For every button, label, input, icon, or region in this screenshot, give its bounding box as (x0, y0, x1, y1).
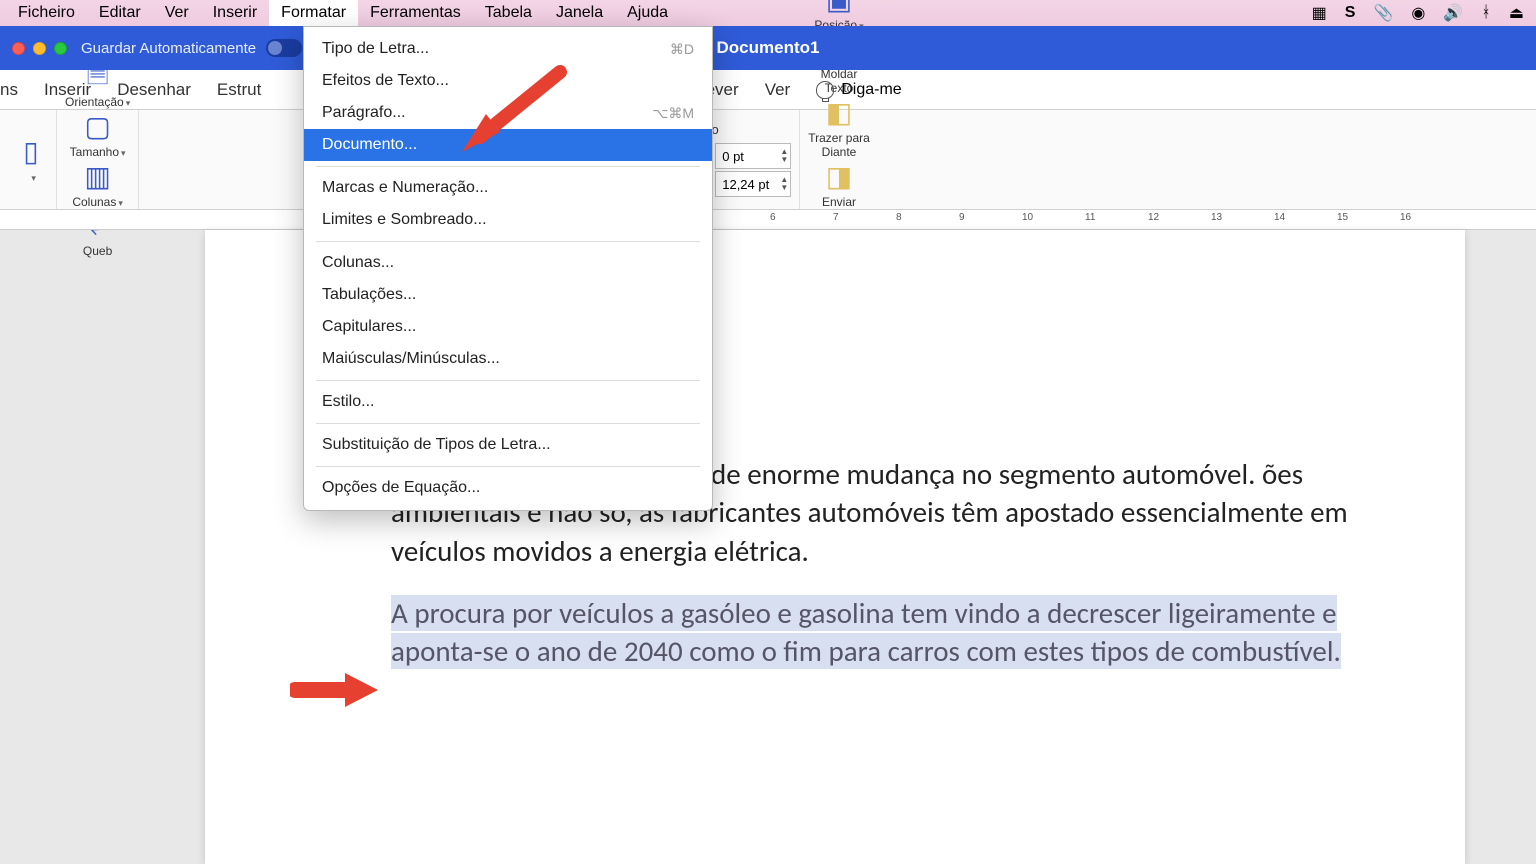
position-icon: ▣ (822, 0, 856, 17)
menu-tabela[interactable]: Tabela (473, 0, 544, 26)
menu-formatar[interactable]: Formatar (269, 0, 358, 26)
margins-button[interactable]: ▯ ▾ (14, 135, 48, 185)
margins-icon: ▯ (14, 135, 48, 169)
paragraph-2-selected[interactable]: A procura por veículos a gasóleo e gasol… (391, 595, 1341, 669)
window-titlebar: Guardar Automaticamente Documento1 (0, 26, 1536, 70)
mac-menubar: Ficheiro Editar Ver Inserir Formatar Fer… (0, 0, 1536, 26)
record-icon[interactable]: ◉ (1411, 3, 1425, 23)
tab-partial-left[interactable]: ns (0, 80, 18, 100)
menu-ferramentas[interactable]: Ferramentas (358, 0, 473, 26)
menu-separator (316, 466, 700, 467)
app-icon[interactable]: ▦ (1312, 3, 1327, 23)
send-backward-icon: ◨ (822, 160, 856, 194)
eject-icon[interactable]: ⏏ (1509, 3, 1524, 23)
menu-item-substituicao-fonts[interactable]: Substituição de Tipos de Letra... (304, 429, 712, 461)
columns-button[interactable]: ▥ Colunas▾ (69, 160, 127, 210)
columns-icon: ▥ (81, 160, 115, 194)
annotation-arrow-2 (290, 665, 380, 715)
menu-item-estilo[interactable]: Estilo... (304, 386, 712, 418)
ribbon-toolbar: ▯ ▾ 🗎 Orientação▾ ▢ Tamanho▾ ▥ Colunas▾ … (0, 110, 1536, 210)
menu-ficheiro[interactable]: Ficheiro (6, 0, 87, 26)
window-controls (12, 42, 67, 55)
menu-item-maiusculas[interactable]: Maiúsculas/Minúsculas... (304, 343, 712, 375)
group-arrange: ▣ Posição▾ ◠ Moldar Texto ◧ Trazer para … (800, 110, 878, 209)
volume-icon[interactable]: 🔊 (1443, 3, 1463, 23)
menu-separator (316, 241, 700, 242)
autosave-toggle[interactable]: Guardar Automaticamente (81, 39, 302, 57)
close-window-button[interactable] (12, 42, 25, 55)
menu-item-tipo-letra[interactable]: Tipo de Letra...⌘D (304, 33, 712, 65)
status-icons: ▦ S 📎 ◉ 🔊 ᚼ ⏏ (1312, 3, 1530, 23)
s-icon[interactable]: S (1345, 4, 1356, 22)
menu-separator (316, 423, 700, 424)
ribbon-tabs: ns Inserir Desenhar Estrut Rever Ver Dig… (0, 70, 1536, 110)
group-page-setup: 🗎 Orientação▾ ▢ Tamanho▾ ▥ Colunas▾ ⤶ Qu… (57, 110, 139, 209)
horizontal-ruler[interactable]: 6 7 8 9 10 11 12 13 14 15 16 (0, 210, 1536, 230)
menu-ajuda[interactable]: Ajuda (615, 0, 680, 26)
group-margins: ▯ ▾ (6, 110, 57, 209)
menu-item-capitulares[interactable]: Capitulares... (304, 311, 712, 343)
bring-forward-button[interactable]: ◧ Trazer para Diante (808, 96, 870, 160)
menu-inserir[interactable]: Inserir (201, 0, 269, 26)
clip-icon[interactable]: 📎 (1373, 3, 1393, 23)
autosave-switch[interactable] (266, 39, 302, 57)
lightbulb-icon (816, 81, 834, 99)
minimize-window-button[interactable] (33, 42, 46, 55)
space-before-input[interactable]: 0 pt▲▼ (715, 143, 791, 169)
autosave-label: Guardar Automaticamente (81, 40, 256, 57)
size-button[interactable]: ▢ Tamanho▾ (69, 110, 127, 160)
menu-editar[interactable]: Editar (87, 0, 153, 26)
bluetooth-icon[interactable]: ᚼ (1481, 4, 1491, 22)
menu-item-opcoes-equacao[interactable]: Opções de Equação... (304, 472, 712, 504)
size-icon: ▢ (81, 110, 115, 144)
menu-item-limites-sombreado[interactable]: Limites e Sombreado... (304, 204, 712, 236)
menu-separator (316, 166, 700, 167)
annotation-arrow-1 (450, 62, 570, 162)
tab-ver[interactable]: Ver (765, 80, 791, 100)
menu-item-tabulacoes[interactable]: Tabulações... (304, 279, 712, 311)
menu-janela[interactable]: Janela (544, 0, 615, 26)
space-after-input[interactable]: 12,24 pt▲▼ (715, 171, 791, 197)
tab-estrutura[interactable]: Estrut (217, 80, 261, 100)
maximize-window-button[interactable] (54, 42, 67, 55)
menu-item-colunas[interactable]: Colunas... (304, 247, 712, 279)
menu-item-marcas-numeracao[interactable]: Marcas e Numeração... (304, 172, 712, 204)
document-title: Documento1 (717, 38, 820, 58)
menu-separator (316, 380, 700, 381)
menu-ver[interactable]: Ver (153, 0, 201, 26)
